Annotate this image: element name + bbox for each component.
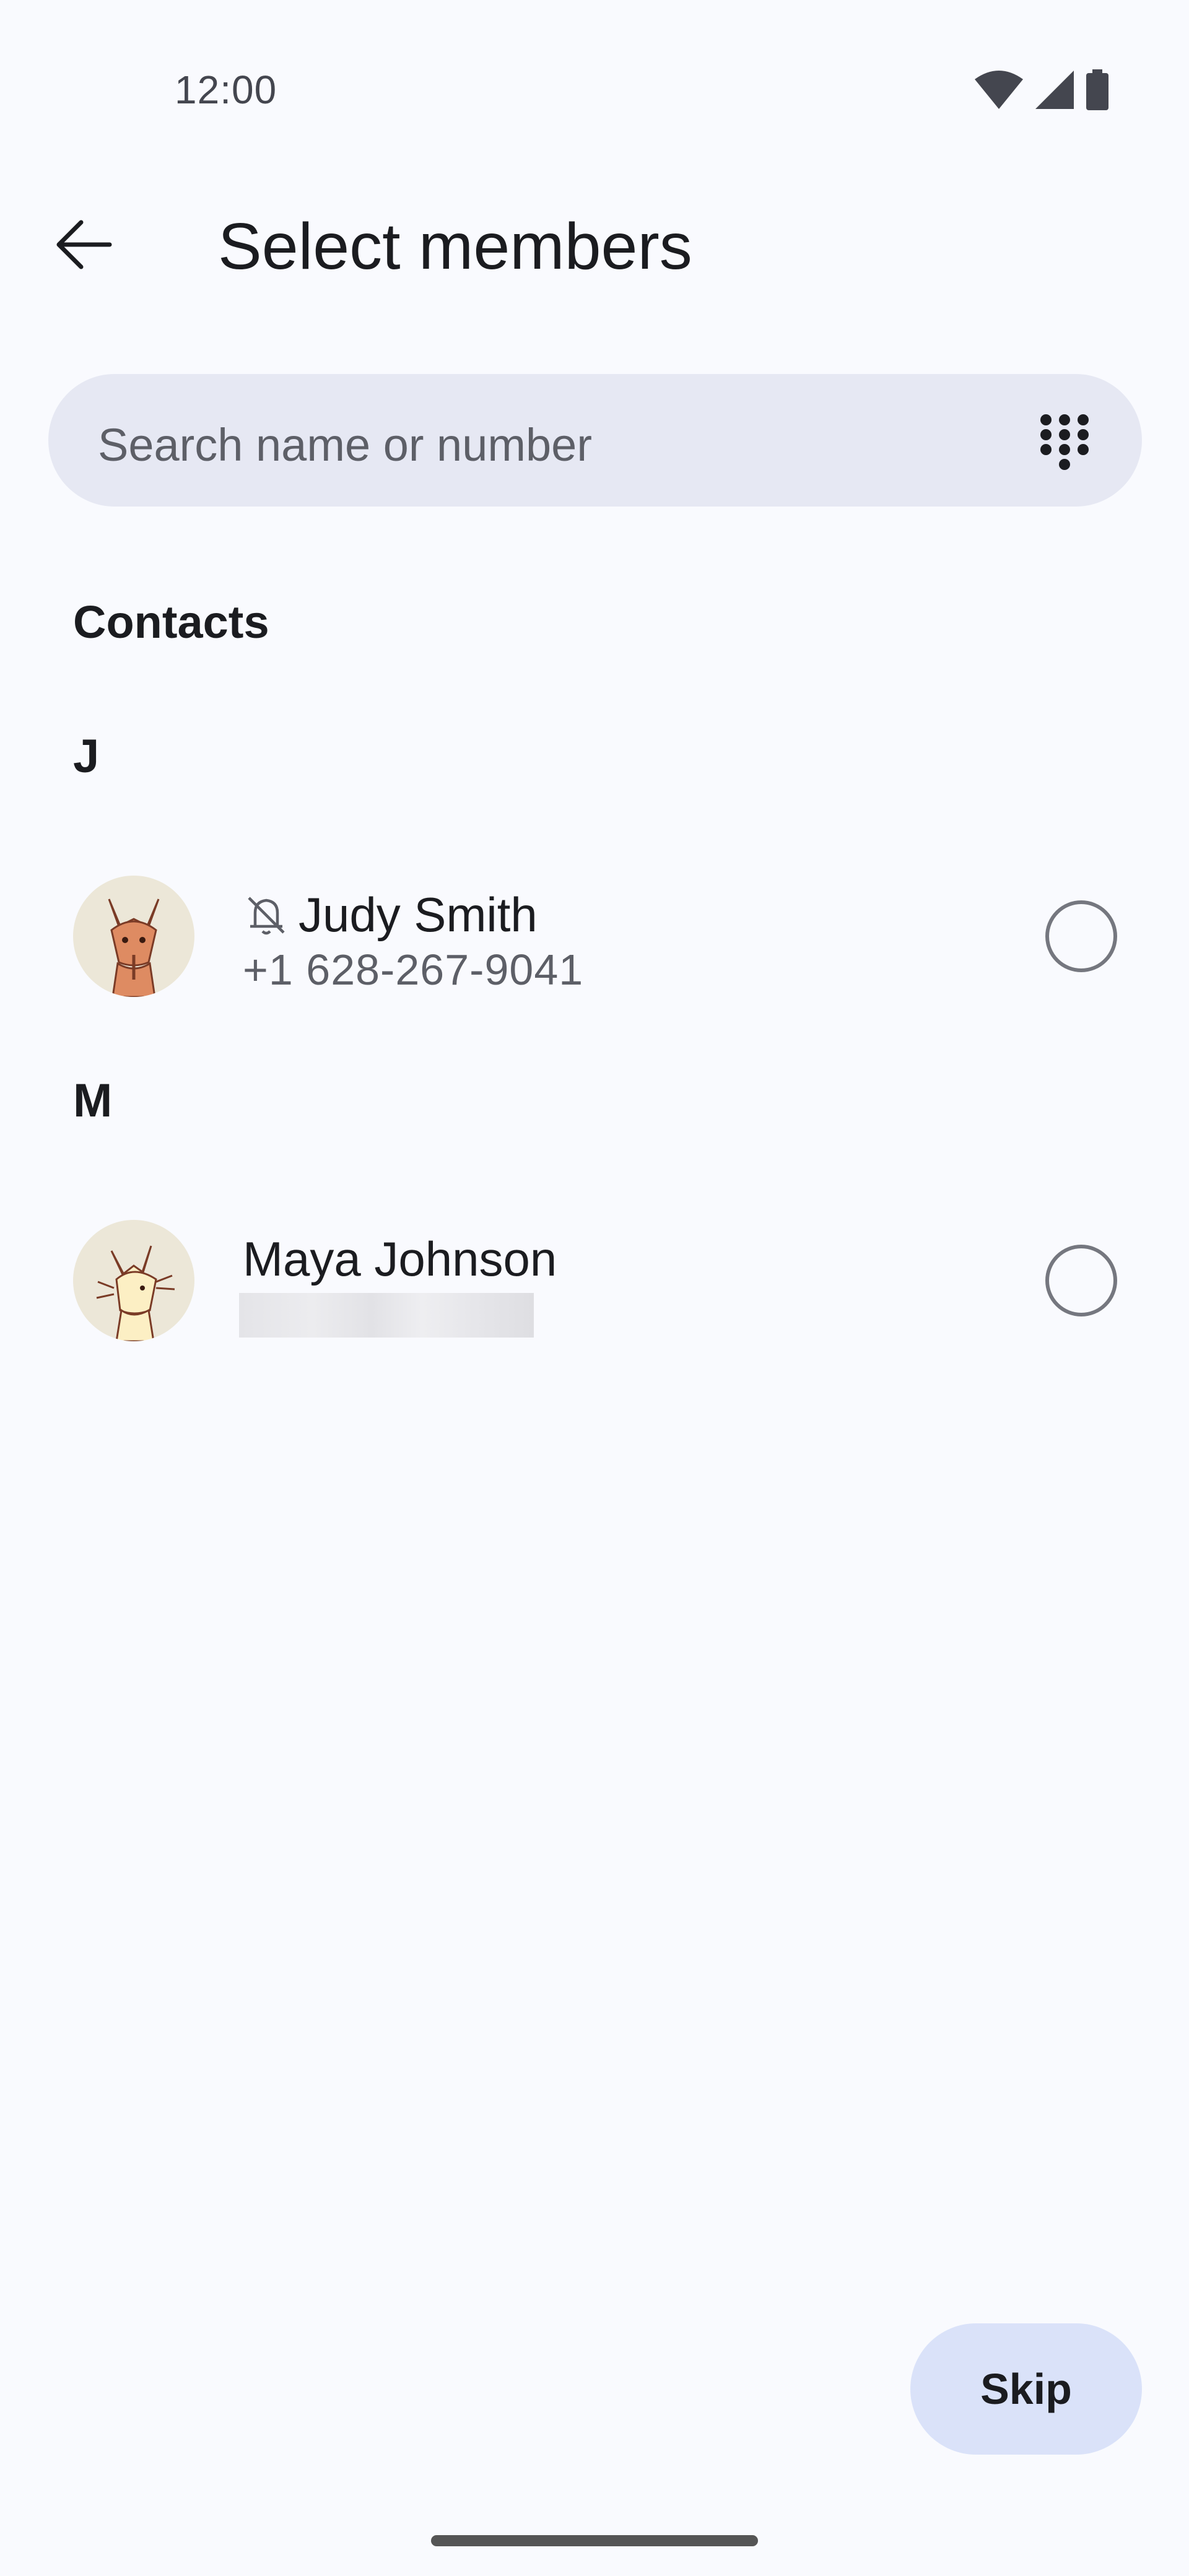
contact-number: +1 628-267-9041	[243, 946, 584, 994]
wifi-icon	[975, 71, 1023, 109]
dialpad-button[interactable]	[1037, 412, 1092, 472]
contact-row-maya-johnson[interactable]: Maya Johnson	[0, 1212, 1189, 1349]
arrow-back-icon	[56, 220, 112, 269]
select-radio-maya-johnson[interactable]	[1045, 1245, 1117, 1316]
select-radio-judy-smith[interactable]	[1045, 900, 1117, 972]
search-input[interactable]: Search name or number	[98, 419, 592, 471]
notifications-off-icon	[248, 896, 285, 934]
contacts-section-label: Contacts	[73, 596, 269, 648]
section-letter-m: M	[73, 1074, 113, 1127]
redacted-number	[239, 1293, 534, 1338]
dialpad-icon	[1040, 414, 1089, 470]
section-letter-j: J	[73, 730, 100, 783]
back-button[interactable]	[43, 204, 124, 285]
avatar	[73, 1220, 194, 1341]
status-icons	[975, 69, 1108, 110]
cell-signal-icon	[1035, 71, 1074, 109]
contact-name-line: Maya Johnson	[243, 1231, 557, 1287]
status-time: 12:00	[175, 67, 277, 112]
page-title: Select members	[218, 210, 692, 283]
contact-name-line: Judy Smith	[243, 887, 538, 943]
select-members-screen: 12:00 Select members Search name or numb…	[0, 0, 1189, 2576]
skip-button[interactable]: Skip	[910, 2323, 1142, 2455]
avatar	[73, 876, 194, 997]
contact-row-judy-smith[interactable]: Judy Smith +1 628-267-9041	[0, 868, 1189, 1004]
fox-avatar-icon	[108, 899, 160, 997]
home-indicator[interactable]	[431, 2535, 758, 2546]
search-bar[interactable]: Search name or number	[48, 374, 1142, 507]
battery-icon	[1086, 69, 1108, 110]
contact-name: Maya Johnson	[243, 1232, 557, 1286]
fox-avatar-icon	[96, 1245, 175, 1341]
contact-name: Judy Smith	[298, 887, 538, 942]
